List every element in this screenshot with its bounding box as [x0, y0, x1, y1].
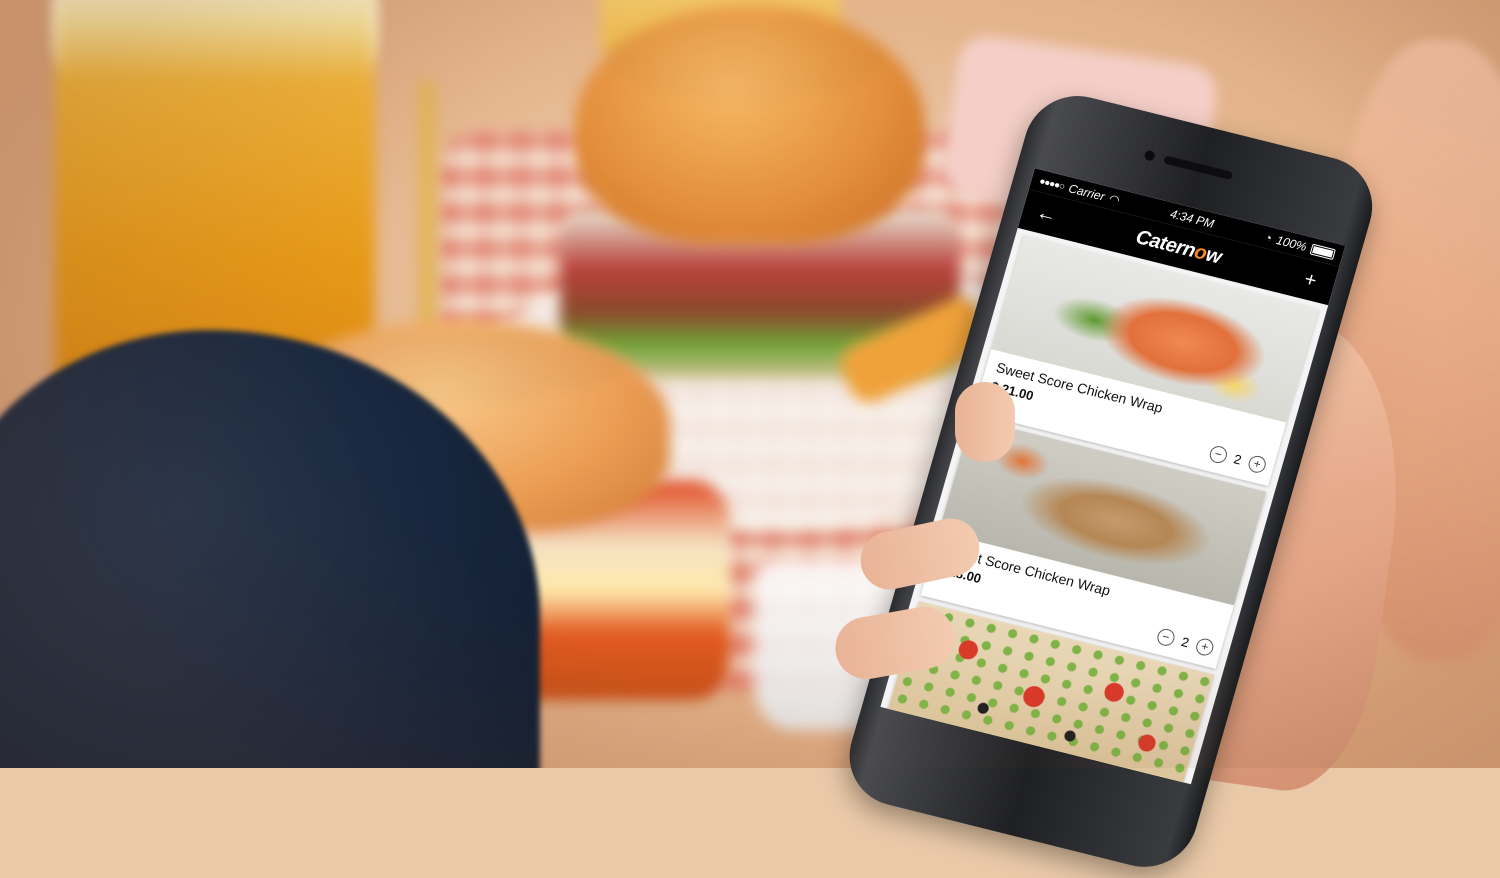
battery-icon	[1309, 243, 1337, 260]
earpiece-speaker	[1163, 155, 1234, 181]
wifi-icon: ◠	[1107, 191, 1122, 208]
increase-quantity-button[interactable]: +	[1246, 454, 1268, 475]
quantity-value: 2	[1179, 634, 1191, 651]
finger-top	[955, 382, 1015, 462]
battery-percent: 100%	[1274, 233, 1309, 254]
add-icon[interactable]: +	[1296, 266, 1326, 294]
orientation-lock-icon: ◔	[1262, 230, 1274, 246]
decrease-quantity-button[interactable]: −	[1155, 627, 1177, 648]
back-arrow-icon[interactable]: ←	[1032, 200, 1062, 228]
increase-quantity-button[interactable]: +	[1194, 636, 1216, 658]
front-camera-icon	[1143, 149, 1156, 162]
quantity-value: 2	[1232, 451, 1244, 468]
back-burger-seeds	[610, 20, 880, 100]
signal-icon: ●●●●○	[1038, 175, 1066, 193]
decrease-quantity-button[interactable]: −	[1207, 444, 1229, 465]
